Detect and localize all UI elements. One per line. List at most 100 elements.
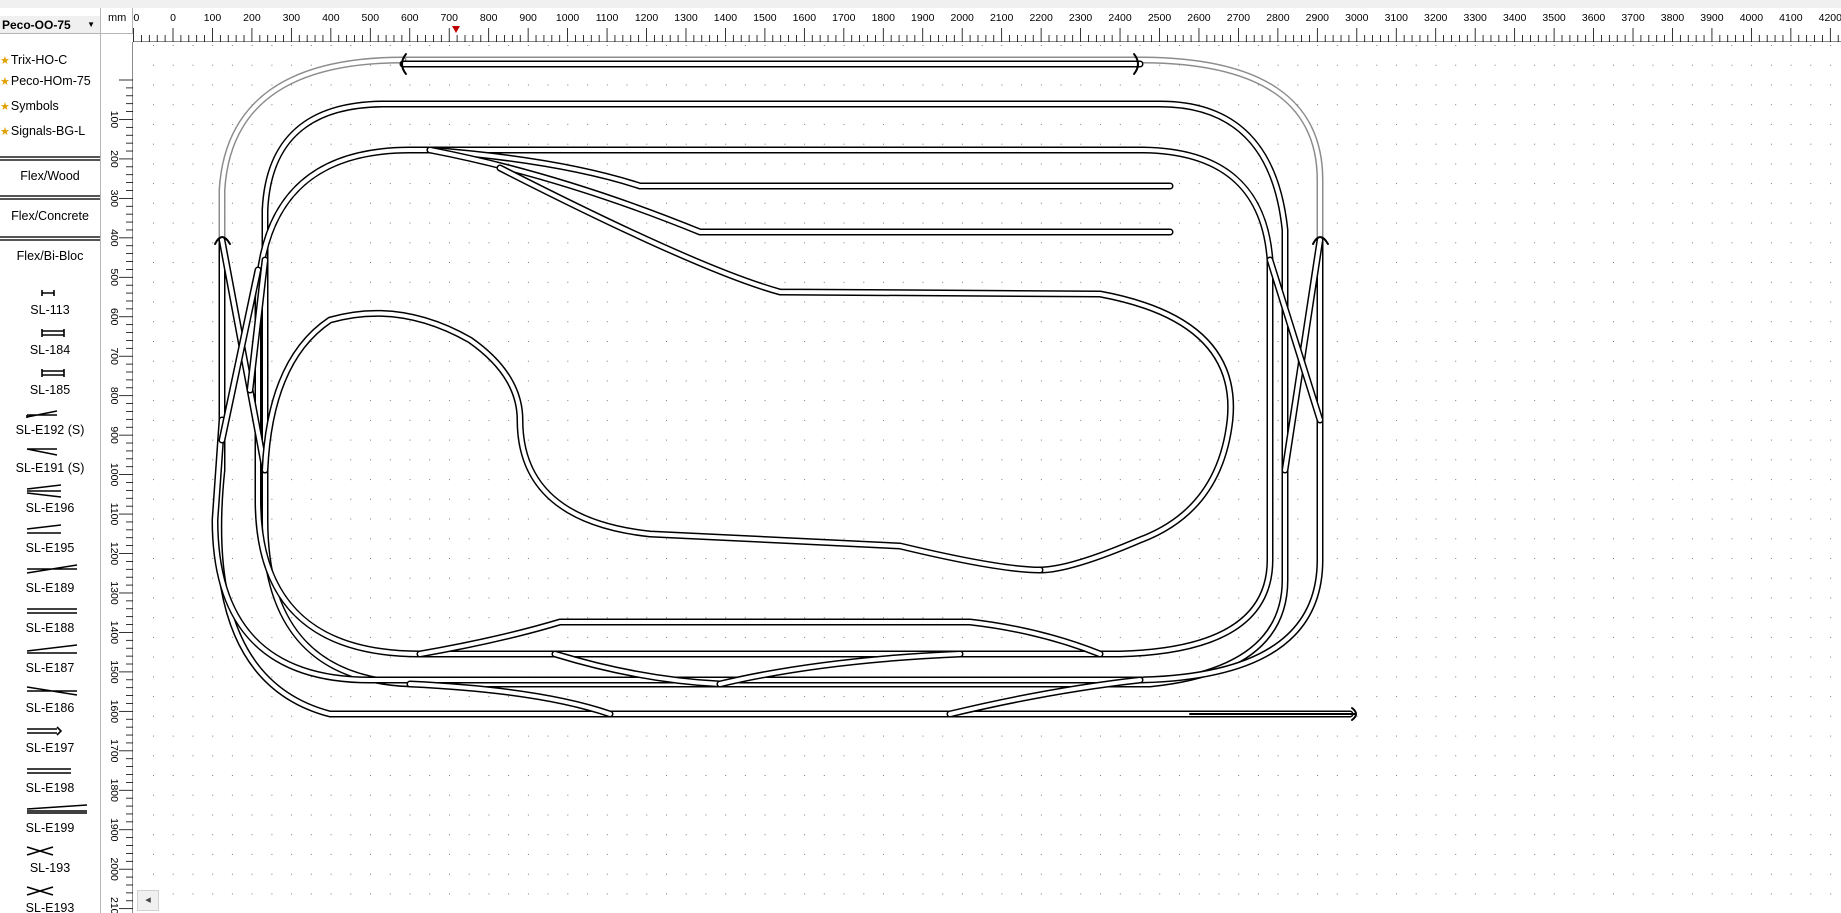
ruler-tick-label: 3600 <box>1582 12 1606 24</box>
library-select-value: Peco-OO-75 <box>2 18 71 32</box>
ruler-tick-label: 1200 <box>635 12 659 24</box>
ruler-tick-label: 2000 <box>951 12 975 24</box>
track-piece-icon <box>26 886 54 896</box>
ruler-tick-label: 500 <box>108 269 120 287</box>
ruler-tick-label: 100 <box>108 111 120 129</box>
ruler-tick-label: 500 <box>362 12 380 24</box>
ruler-tick-label: 2500 <box>1148 12 1172 24</box>
ruler-tick-label: 400 <box>322 12 340 24</box>
track-piece-label: SL-E188 <box>25 621 75 635</box>
track-piece-item[interactable]: SL-E187 <box>0 641 100 681</box>
track-piece-item[interactable]: SL-E188 <box>0 601 100 641</box>
grid-dots <box>153 45 1832 895</box>
chevron-down-icon: ▼ <box>87 20 95 29</box>
star-icon: ★ <box>0 55 10 67</box>
category-flex-bibloc[interactable]: Flex/Bi-Bloc <box>0 245 100 267</box>
ruler-tick-label: 3500 <box>1542 12 1566 24</box>
ruler-tick-label: 1500 <box>753 12 777 24</box>
ruler-unit-label: mm <box>101 8 133 34</box>
track-piece-item[interactable]: SL-E199 <box>0 801 100 841</box>
track-piece-item[interactable]: SL-E193 <box>0 881 100 913</box>
track-piece-item[interactable]: SL-185 <box>0 363 100 403</box>
ruler-tick-label: 1000 <box>108 463 120 487</box>
category-flex-wood[interactable]: Flex/Wood <box>0 165 100 187</box>
ruler-tick-label: 1500 <box>108 660 120 684</box>
ruler-tick-label: 600 <box>401 12 419 24</box>
ruler-tick-label: 2000 <box>108 858 120 882</box>
divider <box>0 236 100 241</box>
track-piece-label: SL-E193 <box>25 901 75 913</box>
ruler-tick-label: 700 <box>440 12 458 24</box>
favorite-library-symbols[interactable]: ★Symbols <box>0 96 98 116</box>
track-piece-item[interactable]: SL-E196 <box>0 481 100 521</box>
divider <box>0 156 100 161</box>
track-piece-item[interactable]: SL-E192 (S) <box>0 403 100 443</box>
favorite-library-trix[interactable]: ★Trix-HO-C <box>0 50 98 70</box>
ruler-tick-label: 1400 <box>714 12 738 24</box>
ruler-tick-label: 900 <box>519 12 537 24</box>
ruler-tick-label: 2300 <box>1069 12 1093 24</box>
track-piece-icon <box>27 608 77 614</box>
track-library-panel: Peco-OO-75 ▼ ★Trix-HO-C ★Peco-HOm-75 ★Sy… <box>0 8 101 913</box>
track-piece-icon <box>27 726 63 736</box>
track-piece-item[interactable]: SL-E197 <box>0 721 100 761</box>
track-piece-item[interactable]: SL-193 <box>0 841 100 881</box>
track-piece-icon <box>26 564 78 574</box>
divider <box>0 195 100 200</box>
track-piece-label: SL-193 <box>29 861 71 875</box>
track-piece-item[interactable]: SL-184 <box>0 323 100 363</box>
track-piece-item[interactable]: SL-E198 <box>0 761 100 801</box>
track-piece-label: SL-E189 <box>25 581 75 595</box>
track-piece-label: SL-E186 <box>25 701 75 715</box>
ruler-tick-label: 1600 <box>793 12 817 24</box>
ruler-tick-label: 2700 <box>1227 12 1251 24</box>
category-flex-concrete[interactable]: Flex/Concrete <box>0 205 100 227</box>
ruler-tick-label: 100 <box>204 12 222 24</box>
ruler-tick-label: 2200 <box>1029 12 1053 24</box>
track-piece-icon <box>27 768 71 774</box>
track-piece-icon <box>26 524 62 534</box>
library-select[interactable]: Peco-OO-75 ▼ <box>0 16 100 34</box>
track-piece-item[interactable]: SL-E189 <box>0 561 100 601</box>
ruler-tick-label: 2600 <box>1187 12 1211 24</box>
star-icon: ★ <box>0 76 10 88</box>
track-piece-icon <box>26 686 78 696</box>
track-piece-item[interactable]: SL-E191 (S) <box>0 441 100 481</box>
favorite-label: Signals-BG-L <box>10 124 86 138</box>
star-icon: ★ <box>0 126 10 138</box>
track-piece-icon <box>26 484 62 498</box>
ruler-tick-label: 1200 <box>108 542 120 566</box>
ruler-tick-label: 3700 <box>1621 12 1645 24</box>
ruler-tick-label: 1900 <box>108 818 120 842</box>
ruler-tick-label: 1300 <box>108 581 120 605</box>
track-piece-label: SL-E187 <box>25 661 75 675</box>
favorite-library-signals[interactable]: ★Signals-BG-L <box>0 121 98 141</box>
track-piece-label: SL-E198 <box>25 781 75 795</box>
ruler-tick-label: 1300 <box>674 12 698 24</box>
ruler-tick-label: 3200 <box>1424 12 1448 24</box>
ruler-tick-label: 1900 <box>911 12 935 24</box>
track-piece-icon <box>26 846 54 856</box>
ruler-tick-label: 1100 <box>108 503 120 526</box>
track-piece-item[interactable]: SL-E195 <box>0 521 100 561</box>
ruler-tick-label: 800 <box>480 12 498 24</box>
track-piece-item[interactable]: SL-113 <box>0 283 100 323</box>
track-piece-label: SL-E192 (S) <box>15 423 85 437</box>
ruler-tick-label: 800 <box>108 387 120 405</box>
track-piece-icon <box>41 329 65 337</box>
track-piece-item[interactable]: SL-E186 <box>0 681 100 721</box>
ruler-tick-label: 3900 <box>1700 12 1724 24</box>
star-icon: ★ <box>0 101 10 113</box>
ruler-tick-label: 0 <box>170 12 176 24</box>
track-piece-label: SL-185 <box>29 383 71 397</box>
favorite-library-peco-hom[interactable]: ★Peco-HOm-75 <box>0 71 98 91</box>
ruler-tick-label: 4200 <box>1819 12 1841 24</box>
ruler-tick-label: 600 <box>108 308 120 326</box>
track-piece-icon <box>26 644 78 654</box>
scroll-left-button[interactable]: ◂ <box>137 890 159 911</box>
track-piece-icon <box>41 369 65 377</box>
track-layout[interactable] <box>211 100 1357 721</box>
ruler-tick-label: 300 <box>108 190 120 208</box>
ruler-tick-label: 1600 <box>108 700 120 724</box>
layout-canvas[interactable] <box>133 42 1841 913</box>
